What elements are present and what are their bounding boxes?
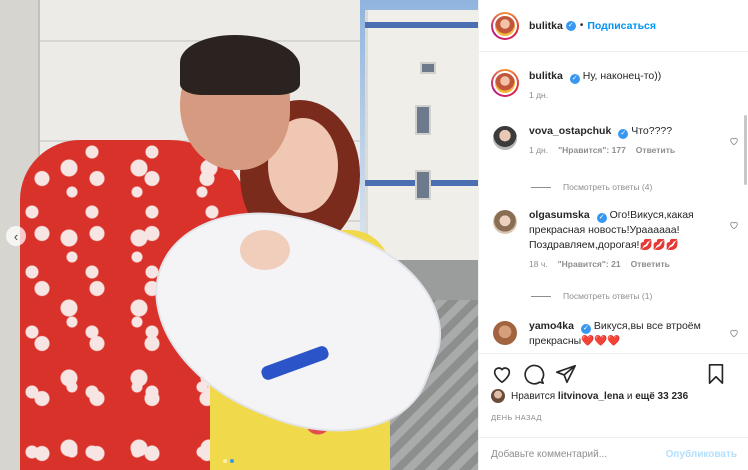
likes-middle: и	[626, 390, 633, 402]
comment-emoji: 💋💋💋	[639, 239, 679, 251]
comment-item: yamo4ka ✓ Викуся,вы все втроём прекрасны❤…	[491, 319, 738, 349]
commenter-avatar[interactable]	[491, 208, 519, 236]
comment-username[interactable]: vova_ostapchuk	[529, 125, 611, 137]
carousel-prev-button[interactable]: ‹	[6, 226, 26, 246]
replies-line	[531, 295, 551, 297]
view-replies-button[interactable]: Посмотреть ответы (4)	[531, 182, 652, 192]
bookmark-icon[interactable]	[705, 363, 727, 385]
comment-text: Что????	[631, 125, 673, 137]
post-header: bulitka ✓ • Подписаться	[479, 0, 748, 52]
photo-wall-line	[0, 40, 370, 42]
commenter-avatar[interactable]	[491, 124, 519, 152]
heart-icon[interactable]	[729, 328, 739, 338]
heart-icon[interactable]	[491, 363, 513, 385]
photo-baby-face	[240, 230, 290, 270]
caption: bulitka ✓ Ну, наконец-то)) 1 дн.	[491, 69, 731, 100]
add-comment-bar: Опубликовать	[479, 437, 748, 470]
photo-window	[415, 170, 431, 200]
comment-icon[interactable]	[523, 363, 545, 385]
author-avatar[interactable]	[491, 11, 519, 40]
reply-button[interactable]: Ответить	[636, 145, 675, 155]
comment-input[interactable]	[491, 448, 666, 460]
view-replies-label: Посмотреть ответы (4)	[563, 182, 653, 192]
carousel-dots	[223, 459, 234, 463]
comment-time[interactable]: 18 ч.	[529, 259, 548, 269]
comment-emoji: ❤️❤️❤️	[581, 335, 621, 347]
comment-item: vova_ostapchuk ✓ Что???? 1 дн. "Нравится"…	[491, 124, 738, 155]
likes-summary[interactable]: Нравится litvinova_lena и ещё 33 236	[491, 389, 688, 403]
likes-prefix: Нравится	[511, 390, 556, 402]
commenter-avatar[interactable]	[491, 319, 519, 347]
verified-icon: ✓	[596, 213, 607, 223]
comment-likes[interactable]: "Нравится": 177	[558, 145, 626, 155]
liker-avatar	[491, 389, 505, 403]
reply-button[interactable]: Ответить	[631, 259, 670, 269]
chevron-left-icon: ‹	[13, 228, 19, 244]
follow-button[interactable]: Подписаться	[587, 20, 656, 32]
verified-icon: ✓	[565, 20, 576, 31]
comments-scrollbar[interactable]	[744, 115, 747, 185]
post-side-panel: bulitka ✓ • Подписаться bulitka ✓ Ну, нак…	[478, 0, 748, 470]
comment-username[interactable]: olgasumska	[529, 209, 590, 221]
liker-username[interactable]: litvinova_lena	[558, 391, 624, 402]
share-icon[interactable]	[555, 363, 577, 385]
photo-building-stripe	[365, 22, 478, 28]
replies-line	[531, 186, 551, 188]
commenter-avatar[interactable]	[491, 69, 519, 97]
verified-icon: ✓	[618, 129, 629, 139]
view-replies-label: Посмотреть ответы (1)	[563, 291, 653, 301]
likes-count[interactable]: ещё 33 236	[635, 391, 688, 402]
comments-list[interactable]: bulitka ✓ Ну, наконец-то)) 1 дн. vova_ost…	[479, 53, 748, 353]
comment-time[interactable]: 1 дн.	[529, 145, 548, 155]
comment-username[interactable]: bulitka	[529, 70, 563, 82]
verified-icon: ✓	[569, 74, 580, 84]
comment-item: olgasumska ✓ Ого!Викуся,какая прекрасная …	[491, 208, 738, 269]
post-actions	[479, 353, 748, 393]
heart-icon[interactable]	[729, 220, 739, 230]
publish-button[interactable]: Опубликовать	[666, 449, 737, 460]
carousel-dot-active	[230, 459, 234, 463]
photo-window	[420, 62, 436, 74]
comment-likes[interactable]: "Нравится": 21	[558, 259, 621, 269]
comment-username[interactable]: yamo4ka	[529, 320, 574, 332]
photo-window	[415, 105, 431, 135]
post-date[interactable]: ДЕНЬ НАЗАД	[491, 413, 542, 422]
separator-dot: •	[579, 20, 584, 31]
heart-icon[interactable]	[729, 136, 739, 146]
verified-icon: ✓	[580, 324, 591, 334]
carousel-dot	[223, 459, 227, 463]
author-username[interactable]: bulitka	[529, 20, 563, 32]
comment-time[interactable]: 1 дн.	[529, 90, 548, 100]
view-replies-button[interactable]: Посмотреть ответы (1)	[531, 291, 652, 301]
photo-building	[365, 10, 478, 260]
post-photo[interactable]: ‹	[0, 0, 478, 470]
comment-text: Ну, наконец-то))	[582, 70, 662, 82]
